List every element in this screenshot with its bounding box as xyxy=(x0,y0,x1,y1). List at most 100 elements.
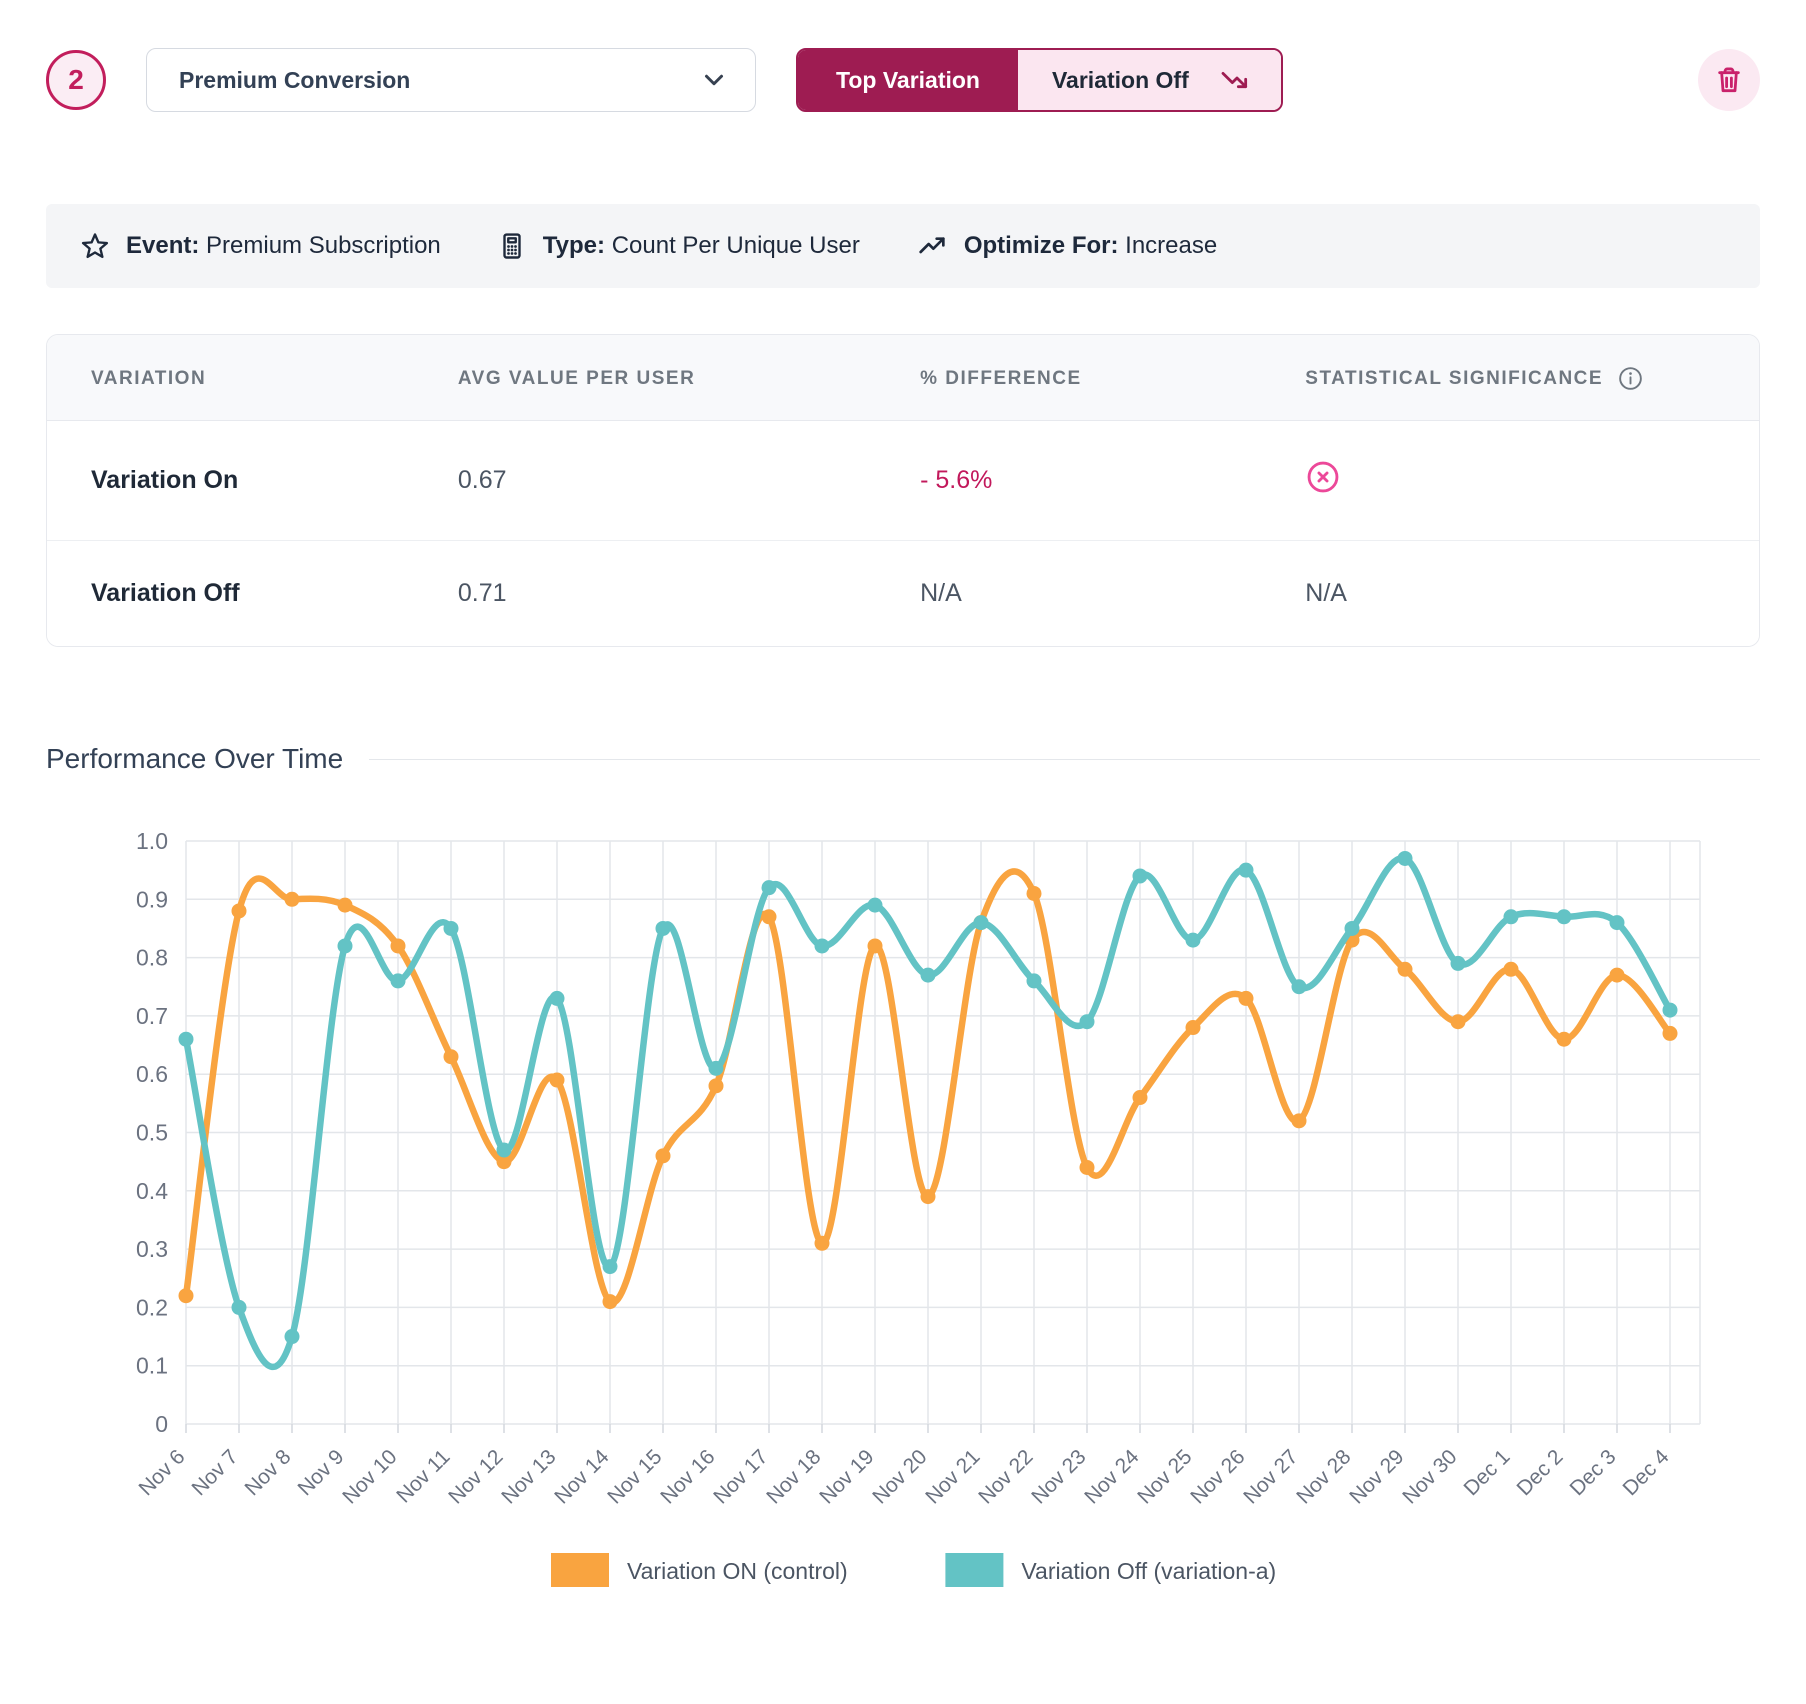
optimize-value: Increase xyxy=(1125,232,1217,259)
type-value: Count Per Unique User xyxy=(612,232,860,259)
delete-metric-button[interactable] xyxy=(1698,49,1760,111)
svg-text:Dec 3: Dec 3 xyxy=(1565,1445,1620,1500)
avg-value-cell: 0.71 xyxy=(458,579,920,608)
col-header-variation: Variation xyxy=(47,365,458,392)
svg-text:0.8: 0.8 xyxy=(136,945,168,971)
performance-over-time-chart[interactable]: 00.10.20.30.40.50.60.70.80.91.0Nov 6Nov … xyxy=(46,811,1760,1616)
svg-text:Nov 30: Nov 30 xyxy=(1398,1445,1461,1508)
event-info: Event: Premium Subscription xyxy=(80,231,441,261)
optimize-text: Optimize For: Increase xyxy=(964,232,1217,260)
top-variation-value: Variation Off xyxy=(1052,67,1189,94)
calculator-icon xyxy=(497,231,527,261)
svg-text:Variation ON (control): Variation ON (control) xyxy=(627,1558,848,1584)
svg-text:Dec 4: Dec 4 xyxy=(1618,1445,1673,1500)
svg-text:Nov 16: Nov 16 xyxy=(656,1445,719,1508)
svg-text:Nov 25: Nov 25 xyxy=(1133,1445,1196,1508)
top-variation-toggle: Top Variation Variation Off xyxy=(796,48,1283,112)
y-axis-labels: 0 0.1 0.2 0.3 0.4 0.5 0.6 0.7 0.8 0.9 1.0 xyxy=(136,828,168,1437)
event-text: Event: Premium Subscription xyxy=(126,232,441,260)
svg-text:Nov 19: Nov 19 xyxy=(815,1445,878,1508)
svg-text:0.3: 0.3 xyxy=(136,1236,168,1262)
col-header-significance-label: Statistical Significance xyxy=(1305,368,1603,390)
col-header-avg-value: Avg Value Per User xyxy=(458,365,920,392)
svg-text:Nov 6: Nov 6 xyxy=(134,1445,189,1500)
metric-info-bar: Event: Premium Subscription Type: Count … xyxy=(46,204,1760,288)
svg-text:0.6: 0.6 xyxy=(136,1061,168,1087)
col-header-difference: % Difference xyxy=(920,365,1305,392)
performance-section-header: Performance Over Time xyxy=(46,743,1760,775)
svg-text:0.4: 0.4 xyxy=(136,1178,168,1204)
significance-value: N/A xyxy=(1305,579,1347,607)
legend-item-variation-on[interactable]: Variation ON (control) xyxy=(551,1553,848,1587)
table-body: Variation On0.67- 5.6%Variation Off0.71N… xyxy=(47,421,1759,646)
svg-text:Nov 22: Nov 22 xyxy=(974,1445,1037,1508)
svg-text:Nov 13: Nov 13 xyxy=(497,1445,560,1508)
svg-text:1.0: 1.0 xyxy=(136,828,168,854)
svg-text:Nov 18: Nov 18 xyxy=(762,1445,825,1508)
svg-text:Nov 24: Nov 24 xyxy=(1080,1445,1144,1509)
svg-text:0.1: 0.1 xyxy=(136,1353,168,1379)
avg-value-cell: 0.67 xyxy=(458,466,920,495)
top-variation-value-button[interactable]: Variation Off xyxy=(1018,50,1281,110)
top-variation-label: Top Variation xyxy=(836,67,980,94)
table-header-row: Variation Avg Value Per User % Differenc… xyxy=(47,335,1759,421)
event-label: Event: xyxy=(126,232,199,259)
svg-text:0.5: 0.5 xyxy=(136,1120,168,1146)
significance-cell xyxy=(1305,459,1759,502)
type-text: Type: Count Per Unique User xyxy=(543,232,860,260)
significance-cell: N/A xyxy=(1305,579,1759,608)
svg-text:Nov 17: Nov 17 xyxy=(709,1445,772,1508)
svg-text:0.9: 0.9 xyxy=(136,886,168,912)
chart-legend: Variation ON (control) Variation Off (var… xyxy=(551,1553,1276,1587)
svg-text:0.2: 0.2 xyxy=(136,1294,168,1320)
chevron-down-icon xyxy=(699,65,729,95)
type-label: Type: xyxy=(543,232,605,259)
svg-text:Nov 12: Nov 12 xyxy=(444,1445,507,1508)
variation-results-table: Variation Avg Value Per User % Differenc… xyxy=(46,334,1760,647)
legend-item-variation-off[interactable]: Variation Off (variation-a) xyxy=(945,1553,1276,1587)
optimize-info: Optimize For: Increase xyxy=(916,230,1217,262)
star-icon xyxy=(80,231,110,261)
svg-text:Nov 15: Nov 15 xyxy=(603,1445,666,1508)
event-value: Premium Subscription xyxy=(206,232,441,259)
svg-text:Nov 10: Nov 10 xyxy=(338,1445,401,1508)
table-row: Variation On0.67- 5.6% xyxy=(47,421,1759,540)
metric-dropdown-value: Premium Conversion xyxy=(179,67,410,94)
svg-text:Nov 11: Nov 11 xyxy=(392,1445,454,1507)
svg-text:Dec 1: Dec 1 xyxy=(1459,1445,1514,1500)
svg-text:Nov 23: Nov 23 xyxy=(1027,1445,1090,1508)
svg-text:0.7: 0.7 xyxy=(136,1003,168,1029)
experiment-metric-panel: 2 Premium Conversion Top Variation Varia… xyxy=(0,48,1806,1616)
top-variation-label-button[interactable]: Top Variation xyxy=(798,50,1018,110)
difference-cell: - 5.6% xyxy=(920,466,1305,495)
svg-text:Nov 26: Nov 26 xyxy=(1186,1445,1249,1508)
metric-toolbar: 2 Premium Conversion Top Variation Varia… xyxy=(46,48,1760,112)
section-divider xyxy=(369,759,1760,760)
svg-text:0: 0 xyxy=(155,1411,168,1437)
svg-text:Nov 28: Nov 28 xyxy=(1292,1445,1355,1508)
variation-name-cell: Variation On xyxy=(47,466,458,495)
metric-dropdown[interactable]: Premium Conversion xyxy=(146,48,756,112)
trending-down-icon xyxy=(1219,64,1251,96)
variation-name-cell: Variation Off xyxy=(47,579,458,608)
svg-text:Nov 21: Nov 21 xyxy=(921,1445,984,1508)
svg-text:Nov 27: Nov 27 xyxy=(1239,1445,1302,1508)
svg-text:Nov 7: Nov 7 xyxy=(187,1445,242,1500)
type-info: Type: Count Per Unique User xyxy=(497,231,860,261)
info-icon[interactable] xyxy=(1617,365,1644,392)
table-row: Variation Off0.71N/AN/A xyxy=(47,540,1759,646)
svg-text:Nov 14: Nov 14 xyxy=(550,1445,614,1509)
optimize-label: Optimize For: xyxy=(964,232,1119,259)
svg-text:Dec 2: Dec 2 xyxy=(1512,1445,1567,1500)
svg-text:Nov 8: Nov 8 xyxy=(240,1445,295,1500)
svg-text:Nov 20: Nov 20 xyxy=(868,1445,931,1508)
step-number: 2 xyxy=(68,64,84,96)
step-number-badge: 2 xyxy=(46,50,106,110)
difference-cell: N/A xyxy=(920,579,1305,608)
svg-text:Variation Off (variation-a): Variation Off (variation-a) xyxy=(1021,1558,1276,1584)
not-significant-x-circle-icon xyxy=(1305,459,1341,495)
trash-icon xyxy=(1713,64,1745,96)
trending-up-icon xyxy=(916,230,948,262)
col-header-significance: Statistical Significance xyxy=(1305,365,1759,392)
x-axis-labels: Nov 6Nov 7Nov 8Nov 9Nov 10Nov 11Nov 12No… xyxy=(134,1445,1673,1509)
